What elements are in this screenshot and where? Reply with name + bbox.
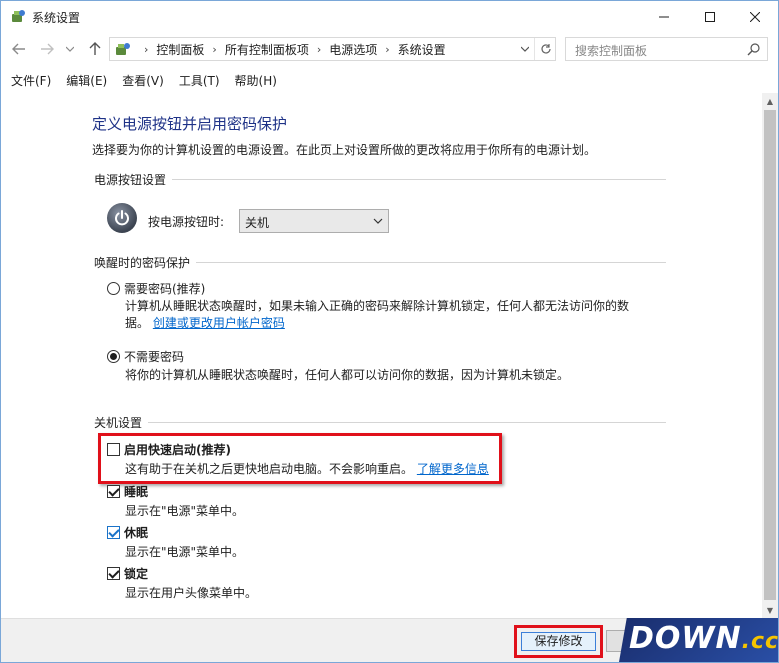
close-button[interactable] (732, 1, 778, 32)
save-button-highlight: 保存修改 (514, 625, 603, 658)
refresh-icon (540, 44, 551, 54)
scroll-up-button[interactable]: ▲ (762, 93, 778, 109)
minimize-button[interactable] (641, 1, 687, 32)
breadcrumb-item[interactable]: 电源选项 (329, 41, 377, 58)
arrow-up-icon (89, 42, 101, 55)
control-panel-icon (116, 43, 130, 55)
search-placeholder: 搜索控制面板 (575, 44, 648, 58)
lock-label[interactable]: 锁定 (124, 565, 148, 582)
require-password-label[interactable]: 需要密码(推荐) (124, 280, 205, 297)
breadcrumb-separator: › (385, 42, 390, 56)
breadcrumb-item[interactable]: 所有控制面板项 (225, 41, 309, 58)
refresh-button[interactable] (534, 38, 556, 60)
require-password-radio[interactable] (107, 282, 120, 295)
watermark-suffix: .cc (741, 629, 779, 654)
settings-content: 定义电源按钮并启用密码保护 选择要为你的计算机设置的电源设置。在此页上对设置所做… (1, 93, 762, 618)
vertical-scrollbar[interactable]: ▲ ▼ (762, 93, 778, 618)
power-icon (115, 210, 129, 226)
select-value: 关机 (245, 216, 270, 230)
sleep-checkbox[interactable] (107, 485, 120, 498)
require-password-desc-line1: 计算机从睡眠状态唤醒时，如果未输入正确的密码来解除计算机锁定，任何人都无法访问你… (125, 299, 630, 313)
section-divider (94, 179, 666, 180)
save-changes-button[interactable]: 保存修改 (521, 632, 596, 651)
shutdown-section-label: 关机设置 (94, 414, 149, 431)
sleep-label[interactable]: 睡眠 (124, 483, 148, 500)
window-title: 系统设置 (32, 11, 81, 25)
hibernate-checkbox[interactable] (107, 526, 120, 539)
lock-checkbox[interactable] (107, 567, 120, 580)
require-password-desc-line2: 据。 创建或更改用户帐户密码 (125, 315, 629, 332)
scrollbar-thumb[interactable] (764, 110, 776, 600)
wake-password-section-label: 唤醒时的密码保护 (94, 254, 197, 271)
site-watermark-logo: DOWN.cc (619, 618, 778, 662)
power-options-icon (12, 10, 25, 22)
watermark-text: DOWN.cc (629, 621, 779, 656)
page-description: 选择要为你的计算机设置的电源设置。在此页上对设置所做的更改将应用于你所有的电源计… (92, 143, 597, 157)
watermark-main: DOWN (629, 621, 742, 656)
menu-tools[interactable]: 工具(T) (173, 72, 226, 89)
power-button-section-label: 电源按钮设置 (94, 171, 173, 188)
menu-view[interactable]: 查看(V) (116, 72, 170, 89)
breadcrumb-item[interactable]: 系统设置 (398, 41, 446, 58)
forward-button[interactable] (37, 38, 57, 60)
arrow-right-icon (41, 43, 54, 55)
menu-edit[interactable]: 编辑(E) (60, 72, 113, 89)
search-icon (747, 43, 760, 56)
no-password-description: 将你的计算机从睡眠状态唤醒时，任何人都可以访问你的数据，因为计算机未锁定。 (125, 368, 570, 382)
chevron-down-icon (521, 46, 529, 52)
back-button[interactable] (9, 38, 29, 60)
hibernate-description: 显示在"电源"菜单中。 (125, 545, 245, 559)
breadcrumb-separator: › (144, 42, 149, 56)
no-password-label[interactable]: 不需要密码 (124, 348, 184, 365)
up-button[interactable] (85, 38, 105, 60)
title-bar: 系统设置 (1, 1, 778, 32)
menu-file[interactable]: 文件(F) (5, 72, 57, 89)
power-button-icon (107, 203, 137, 233)
address-dropdown-button[interactable] (516, 38, 534, 60)
address-bar[interactable]: › 控制面板 › 所有控制面板项 › 电源选项 › 系统设置 (109, 37, 556, 61)
power-button-label: 按电源按钮时: (148, 215, 225, 229)
require-password-description: 计算机从睡眠状态唤醒时，如果未输入正确的密码来解除计算机锁定，任何人都无法访问你… (125, 298, 629, 332)
chevron-down-icon (373, 218, 383, 224)
breadcrumb: › 控制面板 › 所有控制面板项 › 电源选项 › 系统设置 (136, 38, 446, 60)
hibernate-label[interactable]: 休眠 (124, 524, 148, 541)
require-password-desc-line2-text: 据。 (125, 316, 150, 330)
menu-bar: 文件(F) 编辑(E) 查看(V) 工具(T) 帮助(H) (1, 68, 778, 92)
breadcrumb-separator: › (316, 42, 322, 56)
search-input[interactable]: 搜索控制面板 (565, 37, 768, 61)
power-button-action-select[interactable]: 关机 (239, 209, 389, 233)
section-divider (94, 422, 666, 423)
control-panel-window: 系统设置 › 控制面板 › 所有控制面板项 › 电源选项 › 系统设置 搜索控制… (0, 0, 779, 663)
recent-locations-button[interactable] (63, 38, 77, 60)
minimize-icon (659, 16, 669, 17)
page-title: 定义电源按钮并启用密码保护 (92, 115, 288, 133)
no-password-radio[interactable] (107, 350, 120, 363)
menu-help[interactable]: 帮助(H) (229, 72, 283, 89)
change-password-link[interactable]: 创建或更改用户帐户密码 (153, 316, 285, 330)
close-icon (750, 11, 760, 22)
maximize-button[interactable] (687, 1, 733, 32)
chevron-down-icon (66, 46, 74, 52)
lock-description: 显示在用户头像菜单中。 (125, 586, 258, 600)
scroll-down-button[interactable]: ▼ (762, 602, 778, 618)
address-row: › 控制面板 › 所有控制面板项 › 电源选项 › 系统设置 搜索控制面板 (1, 32, 778, 66)
sleep-description: 显示在"电源"菜单中。 (125, 504, 245, 518)
breadcrumb-item[interactable]: 控制面板 (156, 41, 204, 58)
maximize-icon (705, 11, 715, 22)
fast-startup-highlight (98, 433, 502, 484)
arrow-left-icon (12, 43, 25, 55)
breadcrumb-separator: › (212, 42, 217, 56)
